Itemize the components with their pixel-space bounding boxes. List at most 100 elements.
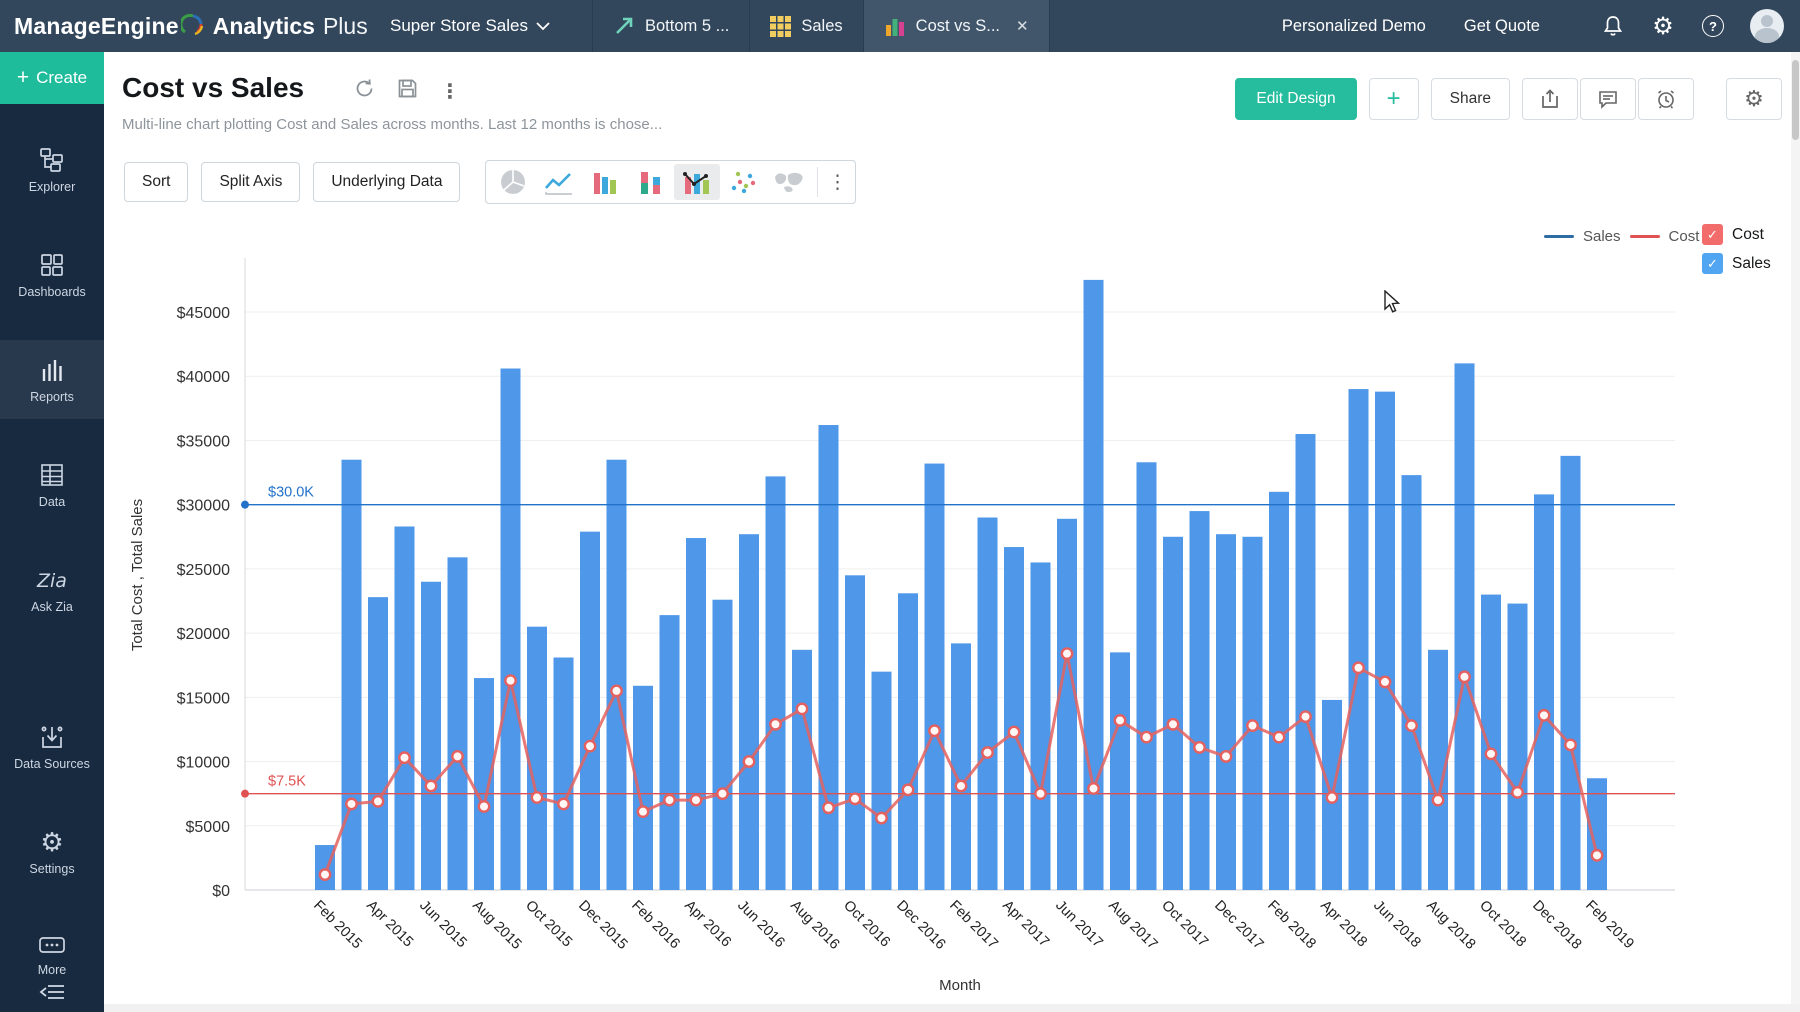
sales-bar-Sep 2015[interactable] xyxy=(501,369,521,890)
cost-point-Mar 2017[interactable] xyxy=(982,747,992,757)
reference-line-handle[interactable] xyxy=(241,501,249,509)
cost-point-Feb 2017[interactable] xyxy=(956,781,966,791)
cost-point-Aug 2017[interactable] xyxy=(1115,715,1125,725)
cost-point-Oct 2017[interactable] xyxy=(1168,719,1178,729)
sales-bar-Jan 2017[interactable] xyxy=(925,464,945,890)
cost-point-Nov 2015[interactable] xyxy=(558,799,568,809)
cost-point-Apr 2016[interactable] xyxy=(691,795,701,805)
bell-icon[interactable] xyxy=(1600,13,1626,39)
cost-point-Nov 2016[interactable] xyxy=(876,813,886,823)
cost-point-Mar 2018[interactable] xyxy=(1300,711,1310,721)
sidebar-item-reports[interactable]: Reports xyxy=(0,340,104,419)
sales-bar-Aug 2015[interactable] xyxy=(474,678,494,890)
cost-point-Feb 2016[interactable] xyxy=(638,806,648,816)
sales-bar-Apr 2016[interactable] xyxy=(686,538,706,890)
cost-point-Aug 2015[interactable] xyxy=(479,801,489,811)
sales-bar-Nov 2018[interactable] xyxy=(1508,604,1528,890)
sales-bar-Apr 2015[interactable] xyxy=(368,597,388,890)
sales-bar-May 2018[interactable] xyxy=(1349,389,1369,890)
scrollbar-thumb[interactable] xyxy=(1792,60,1799,140)
sales-bar-Jun 2016[interactable] xyxy=(739,534,759,890)
close-tab-icon[interactable]: ✕ xyxy=(1016,17,1029,35)
cost-point-May 2018[interactable] xyxy=(1353,663,1363,673)
gear-icon[interactable]: ⚙ xyxy=(1650,13,1676,39)
sales-bar-Jul 2015[interactable] xyxy=(448,557,468,890)
sidebar-item-dashboards[interactable]: Dashboards xyxy=(0,235,104,314)
cost-point-Feb 2018[interactable] xyxy=(1274,732,1284,742)
sidebar-item-data[interactable]: Data xyxy=(0,445,104,524)
cost-point-Oct 2018[interactable] xyxy=(1486,749,1496,759)
tab-cost-vs-sales[interactable]: Cost vs S... ✕ xyxy=(863,0,1050,52)
reference-line-handle[interactable] xyxy=(241,790,249,798)
cost-point-Nov 2018[interactable] xyxy=(1512,787,1522,797)
cost-point-Jul 2015[interactable] xyxy=(452,751,462,761)
sales-bar-Oct 2017[interactable] xyxy=(1163,537,1183,890)
get-quote-link[interactable]: Get Quote xyxy=(1464,17,1540,36)
avatar[interactable] xyxy=(1750,9,1784,43)
sales-bar-Nov 2017[interactable] xyxy=(1190,511,1210,890)
cost-point-Apr 2018[interactable] xyxy=(1327,792,1337,802)
cost-point-May 2017[interactable] xyxy=(1035,788,1045,798)
cost-point-Jan 2017[interactable] xyxy=(929,726,939,736)
sales-bar-Feb 2018[interactable] xyxy=(1269,492,1289,890)
sales-bar-Jun 2017[interactable] xyxy=(1057,519,1077,890)
cost-point-Sep 2017[interactable] xyxy=(1141,732,1151,742)
sales-bar-Sep 2016[interactable] xyxy=(819,425,839,890)
cost-point-Jul 2016[interactable] xyxy=(770,719,780,729)
help-icon[interactable]: ? xyxy=(1700,13,1726,39)
sales-bar-Aug 2016[interactable] xyxy=(792,650,812,890)
cost-point-Feb 2019[interactable] xyxy=(1592,850,1602,860)
tab-sales[interactable]: Sales xyxy=(749,0,862,52)
sales-bar-Sep 2018[interactable] xyxy=(1455,363,1475,890)
sales-bar-Aug 2017[interactable] xyxy=(1110,652,1130,890)
personalized-demo-link[interactable]: Personalized Demo xyxy=(1282,17,1426,36)
sidebar-item-explorer[interactable]: Explorer xyxy=(0,130,104,209)
sales-bar-Jan 2018[interactable] xyxy=(1243,537,1263,890)
sales-bar-Jun 2015[interactable] xyxy=(421,582,441,890)
cost-point-Apr 2015[interactable] xyxy=(373,796,383,806)
sales-bar-Jul 2018[interactable] xyxy=(1402,475,1422,890)
workspace-selector[interactable]: Super Store Sales xyxy=(390,0,550,52)
sales-bar-Dec 2017[interactable] xyxy=(1216,534,1236,890)
cost-point-Jan 2016[interactable] xyxy=(611,686,621,696)
sales-bar-Mar 2016[interactable] xyxy=(660,615,680,890)
sales-bar-May 2015[interactable] xyxy=(395,527,415,890)
sales-bar-May 2017[interactable] xyxy=(1031,562,1051,890)
cost-point-Jan 2018[interactable] xyxy=(1247,720,1257,730)
cost-point-Oct 2015[interactable] xyxy=(532,792,542,802)
sales-bar-Jul 2016[interactable] xyxy=(766,476,786,890)
sales-bar-Feb 2016[interactable] xyxy=(633,686,653,890)
sidebar-item-ask-zia[interactable]: Zia Ask Zia xyxy=(0,550,104,629)
sales-bar-Jan 2016[interactable] xyxy=(607,460,627,890)
cost-point-Mar 2016[interactable] xyxy=(664,795,674,805)
sales-bar-Feb 2019[interactable] xyxy=(1587,778,1607,890)
create-button[interactable]: + Create xyxy=(0,52,104,104)
cost-point-Jun 2017[interactable] xyxy=(1062,648,1072,658)
cost-point-Aug 2016[interactable] xyxy=(797,704,807,714)
cost-point-Mar 2015[interactable] xyxy=(346,799,356,809)
sales-bar-Dec 2018[interactable] xyxy=(1534,494,1554,890)
sales-bar-Oct 2016[interactable] xyxy=(845,575,865,890)
sales-bar-Oct 2018[interactable] xyxy=(1481,595,1501,890)
sales-bar-Jul 2017[interactable] xyxy=(1084,280,1104,890)
sales-bar-Dec 2015[interactable] xyxy=(580,532,600,890)
sidebar-item-data-sources[interactable]: Data Sources xyxy=(0,707,104,786)
cost-point-Nov 2017[interactable] xyxy=(1194,742,1204,752)
sales-bar-Jun 2018[interactable] xyxy=(1375,392,1395,890)
cost-point-Dec 2016[interactable] xyxy=(903,785,913,795)
sales-bar-Feb 2017[interactable] xyxy=(951,643,971,890)
cost-point-Aug 2018[interactable] xyxy=(1433,795,1443,805)
cost-point-Jun 2015[interactable] xyxy=(426,781,436,791)
cost-point-Jul 2017[interactable] xyxy=(1088,783,1098,793)
cost-point-Sep 2016[interactable] xyxy=(823,803,833,813)
cost-point-Dec 2015[interactable] xyxy=(585,741,595,751)
cost-point-Apr 2017[interactable] xyxy=(1009,727,1019,737)
sales-bar-Dec 2016[interactable] xyxy=(898,593,918,890)
cost-point-Jul 2018[interactable] xyxy=(1406,720,1416,730)
sales-bar-Nov 2016[interactable] xyxy=(872,672,892,890)
sales-bar-Apr 2017[interactable] xyxy=(1004,547,1024,890)
sales-bar-Oct 2015[interactable] xyxy=(527,627,547,890)
sales-bar-Sep 2017[interactable] xyxy=(1137,462,1157,890)
sales-bar-Mar 2018[interactable] xyxy=(1296,434,1316,890)
cost-point-Dec 2017[interactable] xyxy=(1221,751,1231,761)
